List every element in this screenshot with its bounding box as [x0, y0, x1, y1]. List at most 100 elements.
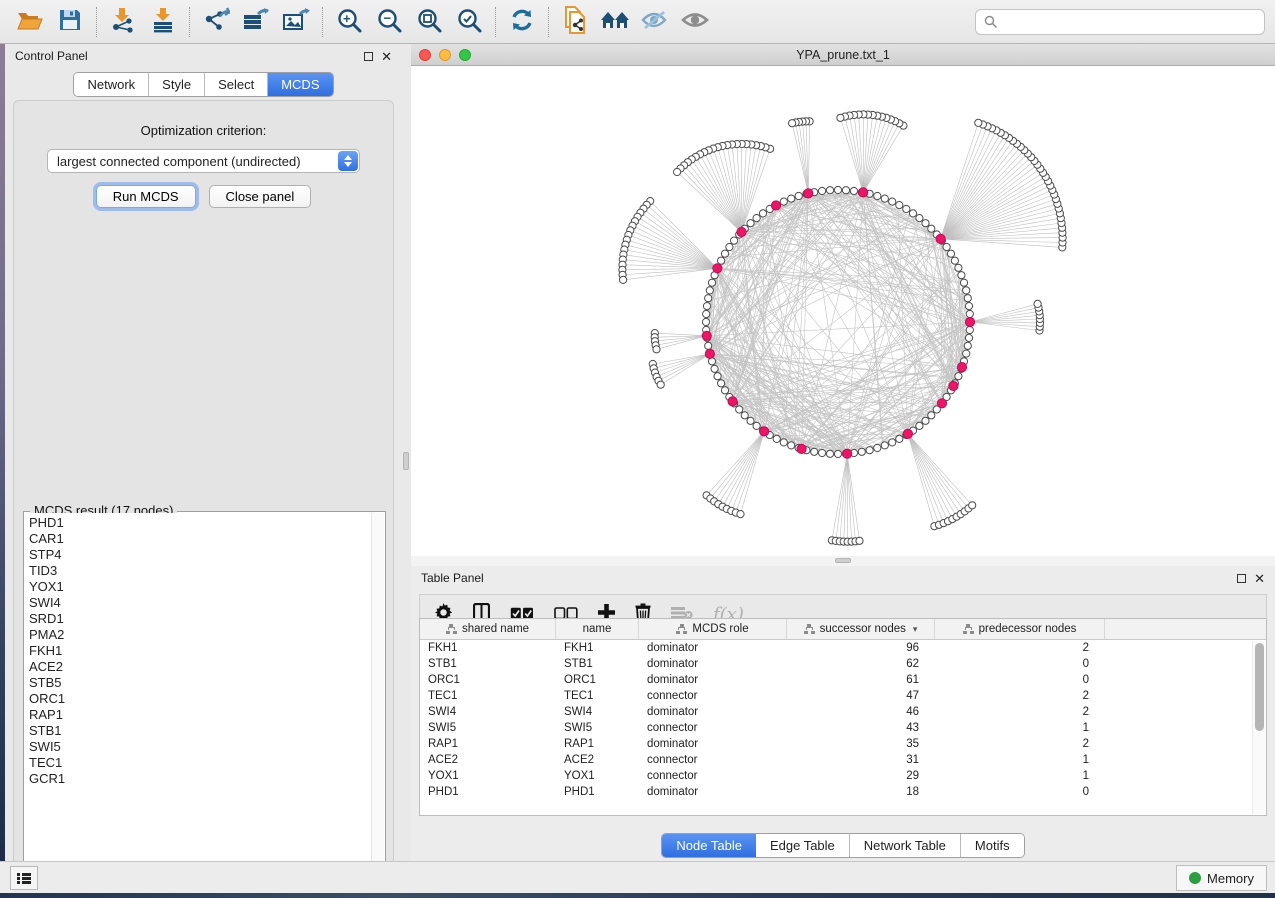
table-row[interactable]: FKH1FKH1dominator962 — [420, 640, 1266, 656]
task-history-button[interactable] — [10, 866, 38, 890]
control-panel: Control Panel ✕ NetworkStyleSelectMCDS O… — [5, 44, 402, 861]
table-body: FKH1FKH1dominator962STB1STB1dominator620… — [420, 640, 1266, 800]
mcds-list-scrollbar[interactable] — [371, 513, 384, 881]
vertical-splitter[interactable] — [402, 44, 411, 861]
scrollbar-thumb[interactable] — [1255, 643, 1264, 731]
window-close-button[interactable] — [419, 49, 431, 61]
refresh-layout-button[interactable] — [502, 4, 542, 40]
float-panel-icon[interactable] — [1237, 574, 1246, 583]
run-mcds-button[interactable]: Run MCDS — [96, 185, 196, 208]
mcds-node-item[interactable]: SWI5 — [29, 739, 371, 755]
table-row[interactable]: SWI5SWI5connector431 — [420, 720, 1266, 736]
float-panel-icon[interactable] — [364, 52, 373, 61]
save-session-button[interactable] — [50, 4, 90, 40]
search-icon — [984, 15, 998, 29]
import-table-button[interactable] — [143, 4, 183, 40]
window-maximize-button[interactable] — [459, 49, 471, 61]
export-image-button[interactable] — [276, 4, 316, 40]
table-row[interactable]: ACE2ACE2connector311 — [420, 752, 1266, 768]
optimization-criterion-select[interactable]: largest connected component (undirected) — [47, 149, 360, 173]
optimization-criterion-label: Optimization criterion: — [14, 123, 393, 138]
close-panel-icon[interactable]: ✕ — [1254, 574, 1265, 583]
mcds-node-item[interactable]: RAP1 — [29, 707, 371, 723]
mcds-node-item[interactable]: PHD1 — [29, 515, 371, 531]
memory-button[interactable]: Memory — [1176, 865, 1267, 891]
horizontal-splitter[interactable] — [411, 556, 1275, 566]
close-panel-icon[interactable]: ✕ — [381, 52, 392, 61]
mcds-node-item[interactable]: STB5 — [29, 675, 371, 691]
sort-chevron-icon[interactable]: ▾ — [913, 624, 918, 635]
column-header-predecessor-nodes[interactable]: predecessor nodes — [935, 619, 1105, 639]
mcds-node-item[interactable]: SRD1 — [29, 611, 371, 627]
window-minimize-button[interactable] — [439, 49, 451, 61]
close-panel-button[interactable]: Close panel — [209, 185, 312, 208]
mcds-node-item[interactable]: TID3 — [29, 563, 371, 579]
cell-successor_nodes: 96 — [787, 642, 935, 654]
hide-selected-button[interactable] — [635, 4, 675, 40]
table-row[interactable]: TEC1TEC1connector472 — [420, 688, 1266, 704]
first-neighbors-button[interactable] — [595, 4, 635, 40]
cell-mcds_role: dominator — [639, 786, 787, 798]
table-panel-header: Table Panel ✕ — [411, 566, 1275, 590]
mcds-result-list[interactable]: PHD1CAR1STP4TID3YOX1SWI4SRD1PMA2FKH1ACE2… — [25, 513, 371, 881]
export-table-button[interactable] — [236, 4, 276, 40]
mcds-node-item[interactable]: CAR1 — [29, 531, 371, 547]
column-header-name[interactable]: name — [556, 619, 639, 639]
network-canvas[interactable] — [411, 66, 1275, 555]
zoom-out-button[interactable]: − — [369, 4, 409, 40]
table-row[interactable]: SWI4SWI4dominator462 — [420, 704, 1266, 720]
tab-node-table[interactable]: Node Table — [662, 834, 756, 857]
table-row[interactable]: PHD1PHD1dominator180 — [420, 784, 1266, 800]
mcds-node-item[interactable]: TEC1 — [29, 755, 371, 771]
table-row[interactable]: ORC1ORC1dominator610 — [420, 672, 1266, 688]
tab-style[interactable]: Style — [149, 73, 205, 96]
mcds-node-item[interactable]: SWI4 — [29, 595, 371, 611]
tab-network[interactable]: Network — [74, 73, 149, 96]
tab-motifs[interactable]: Motifs — [961, 834, 1024, 857]
cell-shared_name: STB1 — [420, 658, 556, 670]
table-row[interactable]: YOX1YOX1connector291 — [420, 768, 1266, 784]
table-row[interactable]: RAP1RAP1dominator352 — [420, 736, 1266, 752]
main-toolbar: +− — [0, 0, 1275, 44]
search-input[interactable] — [1004, 15, 1256, 29]
tab-select[interactable]: Select — [205, 73, 268, 96]
tab-network-table[interactable]: Network Table — [850, 834, 961, 857]
mcds-node-item[interactable]: GCR1 — [29, 771, 371, 787]
column-header-shared-name[interactable]: shared name — [420, 619, 556, 639]
import-network-button[interactable] — [103, 4, 143, 40]
mcds-node-item[interactable]: YOX1 — [29, 579, 371, 595]
column-header-MCDS-role[interactable]: MCDS role — [639, 619, 787, 639]
import-table-icon — [150, 7, 176, 36]
zoom-fit-button[interactable] — [409, 4, 449, 40]
show-all-button[interactable] — [675, 4, 715, 40]
table-scrollbar[interactable] — [1252, 641, 1265, 814]
mcds-node-item[interactable]: FKH1 — [29, 643, 371, 659]
search-box[interactable] — [975, 9, 1265, 35]
open-file-button[interactable] — [10, 4, 50, 40]
cell-successor_nodes: 31 — [787, 754, 935, 766]
export-network-icon — [203, 7, 230, 36]
cell-name: ORC1 — [556, 674, 639, 686]
mcds-node-item[interactable]: STB1 — [29, 723, 371, 739]
export-network-button[interactable] — [196, 4, 236, 40]
mcds-node-item[interactable]: ORC1 — [29, 691, 371, 707]
splitter-grip[interactable] — [403, 452, 409, 470]
cell-name: ACE2 — [556, 754, 639, 766]
hide-selected-icon — [641, 9, 669, 34]
toolbar-separator — [548, 7, 549, 37]
tab-mcds[interactable]: MCDS — [268, 73, 332, 96]
duplicate-network-button[interactable] — [555, 4, 595, 40]
mcds-node-item[interactable]: STP4 — [29, 547, 371, 563]
cell-successor_nodes: 29 — [787, 770, 935, 782]
cell-name: YOX1 — [556, 770, 639, 782]
table-row[interactable]: STB1STB1dominator620 — [420, 656, 1266, 672]
splitter-grip[interactable] — [835, 558, 851, 563]
zoom-selected-button[interactable] — [449, 4, 489, 40]
cell-mcds_role: connector — [639, 722, 787, 734]
mcds-node-item[interactable]: ACE2 — [29, 659, 371, 675]
export-image-icon — [282, 7, 310, 36]
zoom-in-button[interactable]: + — [329, 4, 369, 40]
tab-edge-table[interactable]: Edge Table — [756, 834, 850, 857]
mcds-node-item[interactable]: PMA2 — [29, 627, 371, 643]
column-header-successor-nodes[interactable]: successor nodes▾ — [787, 619, 935, 639]
